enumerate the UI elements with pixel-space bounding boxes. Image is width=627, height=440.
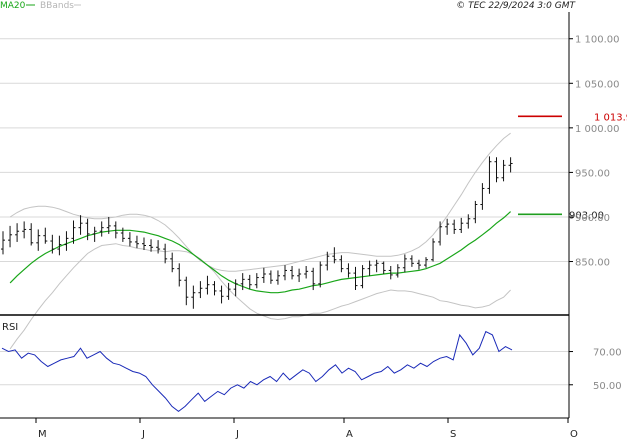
price-tick-label: 1 100.00 [575, 35, 620, 46]
time-tick-label: J [235, 429, 239, 440]
legend-ma20: MA20 [0, 1, 26, 11]
chart-canvas: MA20 BBands © TEC 22/9/2024 3:0 GMT 1 01… [0, 1, 627, 440]
time-tick-label: A [346, 429, 353, 440]
copyright-text: © TEC 22/9/2024 3:0 GMT [456, 1, 576, 11]
rsi-axis: 70.00 50.00 [569, 348, 622, 392]
rsi-path [1, 330, 513, 413]
price-axis: 1 100.00 1 050.00 1 000.00 950.00 900.00 850.… [569, 35, 620, 269]
time-tick-label: M [38, 429, 47, 440]
time-tick-label: O [570, 429, 578, 440]
time-tick-label: J [141, 429, 145, 440]
price-tick-label: 1 050.00 [575, 79, 620, 90]
price-tick-label: 850.00 [575, 258, 610, 269]
resistance-label: 1 013.9 [594, 112, 627, 123]
rsi-label: RSI [2, 322, 18, 333]
rsi-line [1, 330, 513, 413]
rsi-tick-label: 50.00 [593, 381, 622, 392]
price-tick-label: 1 000.00 [575, 124, 620, 135]
price-tick-label: 950.00 [575, 168, 610, 179]
rsi-tick-label: 70.00 [593, 348, 622, 359]
time-tick-label: S [450, 429, 456, 440]
time-axis: MJJASO [35, 418, 578, 440]
price-tick-label: 900.00 [575, 213, 610, 224]
legend-bbands: BBands [40, 1, 74, 11]
